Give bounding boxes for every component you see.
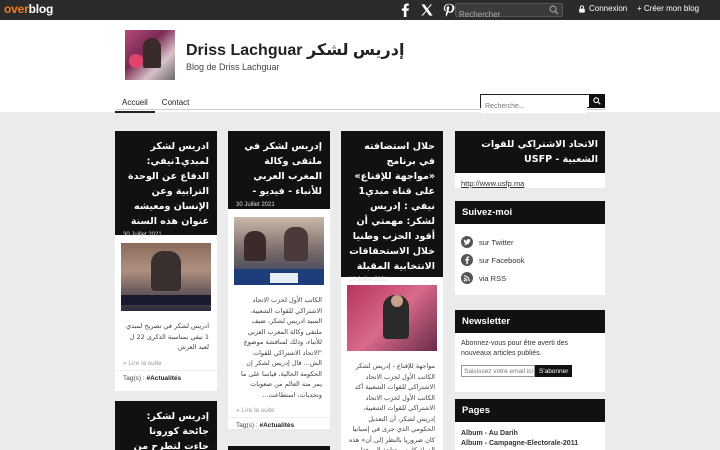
tag-link[interactable]: #Actualités bbox=[146, 375, 181, 382]
post-excerpt: الكاتب الأول لحزب الاتحاد الاشتراكي للقو… bbox=[240, 296, 322, 399]
nav-home[interactable]: Accueil bbox=[115, 96, 155, 113]
blog-title[interactable]: Driss Lachguar إدريس لشكر bbox=[186, 40, 404, 60]
x-twitter-icon[interactable] bbox=[420, 3, 434, 17]
blog-search-box bbox=[480, 94, 605, 113]
facebook-icon bbox=[461, 254, 473, 266]
post-thumbnail[interactable] bbox=[121, 243, 211, 311]
facebook-icon[interactable] bbox=[398, 3, 412, 18]
follow-facebook[interactable]: sur Facebook bbox=[461, 254, 599, 266]
follow-twitter[interactable]: sur Twitter bbox=[461, 236, 599, 248]
blog-subtitle: Blog de Driss Lachguar bbox=[186, 62, 280, 72]
post-card: ادريس لشكر لمبدي1نيفي: الدفاع عن الوحدة … bbox=[115, 131, 217, 391]
post-excerpt: مواجهة للإقناع - إدريس لشكر الكاتب الأول… bbox=[348, 362, 435, 450]
blog-header: Driss Lachguar إدريس لشكر Blog de Driss … bbox=[0, 20, 720, 113]
widget-title: Newsletter bbox=[455, 310, 605, 333]
post-date: 12 Juillet 2021 bbox=[349, 277, 388, 283]
blog-search-input[interactable] bbox=[481, 100, 587, 113]
top-search-box bbox=[455, 3, 563, 21]
sidebar-follow-widget: Suivez-moi sur Twitter sur Facebook via … bbox=[455, 201, 605, 295]
top-search-input[interactable] bbox=[456, 8, 546, 21]
sidebar-usfp-widget: الاتحاد الاشتراكي للقوات الشعبية - USFP … bbox=[455, 131, 605, 188]
usfp-link[interactable]: http://www.usfp.ma bbox=[461, 179, 524, 188]
read-more-link[interactable]: » Lire la suite bbox=[115, 357, 217, 370]
post-card: حلال استضافته في برنامج «مواجهة للإقناع»… bbox=[341, 131, 443, 450]
blog-nav: Accueil Contact bbox=[115, 96, 196, 113]
read-more-link[interactable]: » Lire la suite bbox=[228, 404, 330, 417]
subscribe-button[interactable]: S'abonner bbox=[535, 365, 573, 377]
post-date: 30 Juillet 2021 bbox=[123, 232, 162, 238]
post-card: إدريس لشكر في ملتقى وكالة المغرب العربي … bbox=[228, 131, 330, 429]
login-link[interactable]: Connexion bbox=[578, 4, 627, 13]
post-card bbox=[228, 446, 330, 450]
widget-title: Suivez-moi bbox=[455, 201, 605, 224]
top-bar: overblog Connexion + Créer mon blog bbox=[0, 0, 720, 21]
login-label: Connexion bbox=[589, 4, 628, 13]
lock-icon bbox=[579, 4, 585, 13]
page-link[interactable]: Album - Campagne-Electorale-2011 bbox=[461, 440, 599, 447]
post-tags: Tag(s) : #Actualités bbox=[228, 417, 330, 429]
post-date: 30 Juillet 2021 bbox=[236, 202, 275, 208]
blog-avatar[interactable] bbox=[125, 30, 175, 80]
widget-title: الاتحاد الاشتراكي للقوات الشعبية - USFP bbox=[455, 131, 605, 173]
post-excerpt: ادريس لشكر في تصريح لمبدي 1 نيفي بمناسبة… bbox=[126, 322, 209, 351]
post-thumbnail[interactable] bbox=[234, 217, 324, 285]
post-title[interactable]: إدريس لشكر: جائحة كورونا جاءت لتطرح من ج… bbox=[123, 409, 209, 450]
search-icon bbox=[593, 97, 601, 105]
sidebar-pages-widget: Pages Album - Au Darih Album - Campagne-… bbox=[455, 399, 605, 450]
page-link[interactable]: Album - Au Darih bbox=[461, 430, 599, 437]
widget-title: Pages bbox=[455, 399, 605, 422]
newsletter-text: Abonnez-vous pour être averti des nouvea… bbox=[461, 340, 569, 357]
tag-link[interactable]: #Actualités bbox=[259, 422, 294, 429]
post-title[interactable]: ادريس لشكر لمبدي1نيفي: الدفاع عن الوحدة … bbox=[123, 139, 209, 229]
nav-contact[interactable]: Contact bbox=[155, 96, 197, 113]
create-blog-link[interactable]: + Créer mon blog bbox=[637, 4, 699, 13]
follow-rss[interactable]: via RSS bbox=[461, 272, 599, 284]
overblog-logo[interactable]: overblog bbox=[4, 2, 53, 16]
post-card: إدريس لشكر: جائحة كورونا جاءت لتطرح من ج… bbox=[115, 401, 217, 450]
post-title[interactable]: إدريس لشكر في ملتقى وكالة المغرب العربي … bbox=[236, 139, 322, 199]
newsletter-email-input[interactable] bbox=[461, 365, 535, 377]
post-title[interactable]: حلال استضافته في برنامج «مواجهة للإقناع»… bbox=[349, 139, 435, 274]
post-tags: Tag(s) : #Actualités bbox=[115, 369, 217, 388]
sidebar-newsletter-widget: Newsletter Abonnez-vous pour être averti… bbox=[455, 310, 605, 392]
rss-icon bbox=[461, 272, 473, 284]
create-blog-label: + Créer mon blog bbox=[637, 4, 700, 13]
blog-search-button[interactable] bbox=[589, 94, 605, 108]
twitter-icon bbox=[461, 236, 473, 248]
pinterest-icon[interactable] bbox=[442, 3, 456, 17]
post-thumbnail[interactable] bbox=[347, 285, 437, 351]
search-icon[interactable] bbox=[549, 5, 559, 15]
